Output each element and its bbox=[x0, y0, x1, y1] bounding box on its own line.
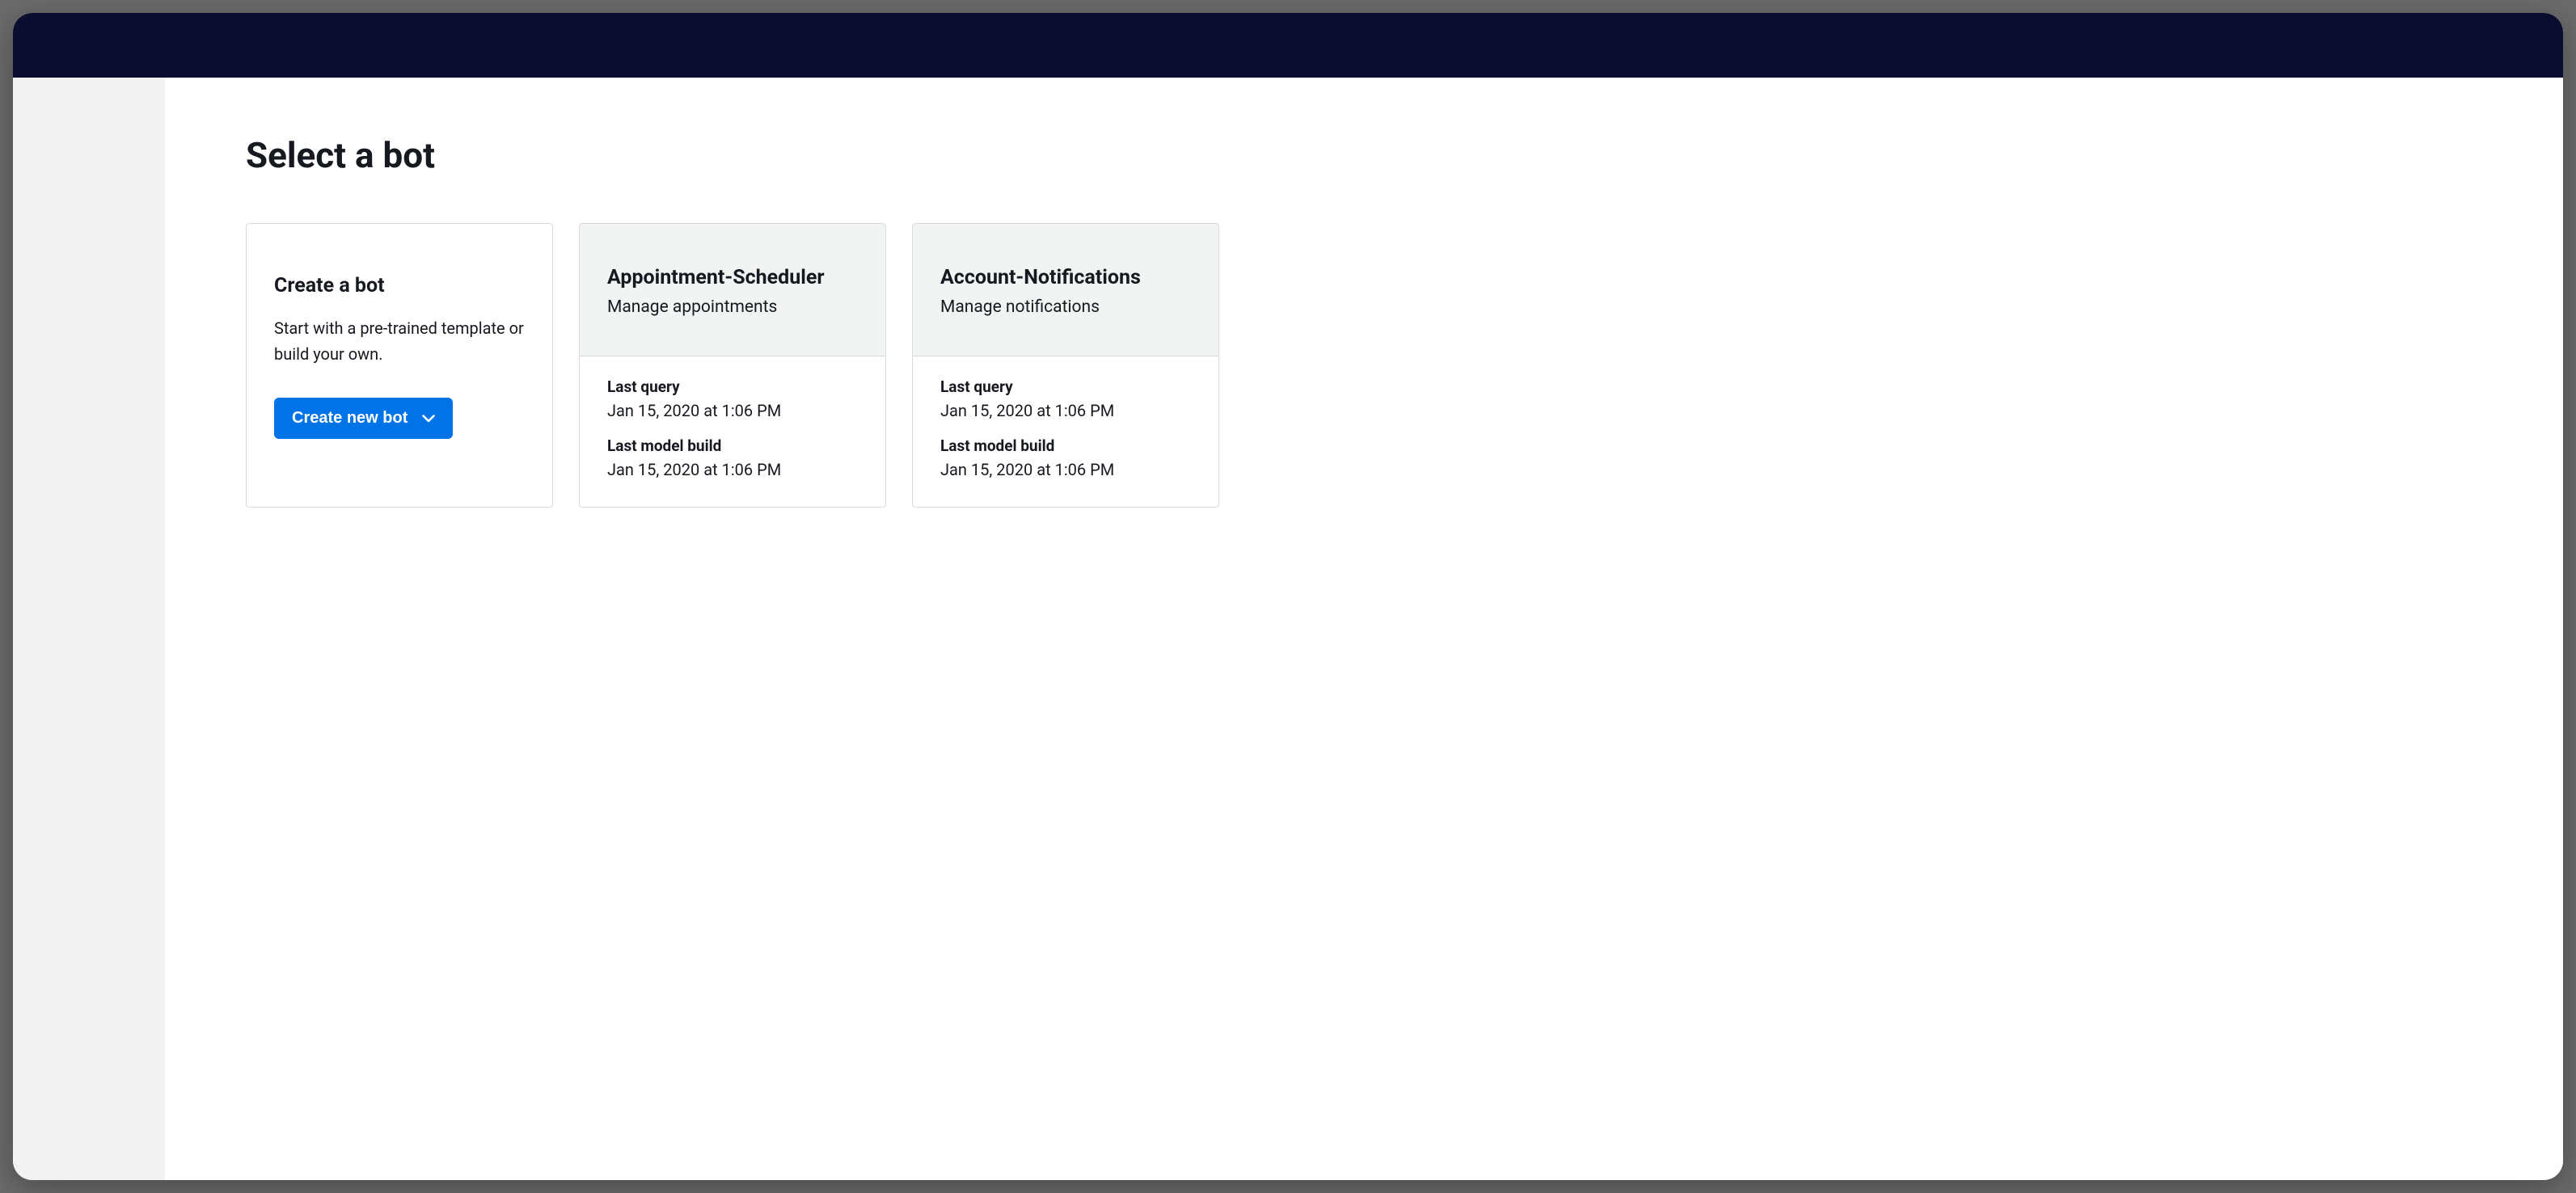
last-build-stat: Last model build Jan 15, 2020 at 1:06 PM bbox=[940, 436, 1191, 479]
last-query-value: Jan 15, 2020 at 1:06 PM bbox=[940, 401, 1191, 420]
last-query-stat: Last query Jan 15, 2020 at 1:06 PM bbox=[607, 377, 858, 420]
last-build-label: Last model build bbox=[607, 436, 858, 455]
app-window: Select a bot Create a bot Start with a p… bbox=[13, 13, 2563, 1180]
sidebar bbox=[13, 78, 165, 1180]
content-area: Select a bot Create a bot Start with a p… bbox=[13, 78, 2563, 1180]
bot-description: Manage notifications bbox=[940, 297, 1191, 317]
last-query-value: Jan 15, 2020 at 1:06 PM bbox=[607, 401, 858, 420]
last-query-label: Last query bbox=[940, 377, 1191, 396]
last-build-stat: Last model build Jan 15, 2020 at 1:06 PM bbox=[607, 436, 858, 479]
last-build-value: Jan 15, 2020 at 1:06 PM bbox=[607, 460, 858, 479]
bot-name: Appointment-Scheduler bbox=[607, 266, 858, 289]
bot-card[interactable]: Account-Notifications Manage notificatio… bbox=[912, 223, 1219, 508]
bot-card-body: Last query Jan 15, 2020 at 1:06 PM Last … bbox=[913, 356, 1218, 507]
last-query-stat: Last query Jan 15, 2020 at 1:06 PM bbox=[940, 377, 1191, 420]
create-bot-description: Start with a pre-trained template or bui… bbox=[274, 315, 525, 367]
page-title: Select a bot bbox=[246, 134, 2482, 176]
cards-row: Create a bot Start with a pre-trained te… bbox=[246, 223, 2482, 508]
bot-card-header: Appointment-Scheduler Manage appointment… bbox=[580, 224, 885, 356]
last-build-label: Last model build bbox=[940, 436, 1191, 455]
bot-name: Account-Notifications bbox=[940, 266, 1191, 289]
last-query-label: Last query bbox=[607, 377, 858, 396]
top-nav-bar bbox=[13, 13, 2563, 78]
last-build-value: Jan 15, 2020 at 1:06 PM bbox=[940, 460, 1191, 479]
create-new-bot-button[interactable]: Create new bot bbox=[274, 398, 453, 439]
create-bot-title: Create a bot bbox=[274, 274, 525, 297]
create-bot-card: Create a bot Start with a pre-trained te… bbox=[246, 223, 553, 508]
bot-card-body: Last query Jan 15, 2020 at 1:06 PM Last … bbox=[580, 356, 885, 507]
bot-card-header: Account-Notifications Manage notificatio… bbox=[913, 224, 1218, 356]
bot-card[interactable]: Appointment-Scheduler Manage appointment… bbox=[579, 223, 886, 508]
main-content: Select a bot Create a bot Start with a p… bbox=[165, 78, 2563, 1180]
create-button-label: Create new bot bbox=[292, 409, 408, 428]
chevron-down-icon bbox=[422, 415, 435, 423]
bot-description: Manage appointments bbox=[607, 297, 858, 317]
